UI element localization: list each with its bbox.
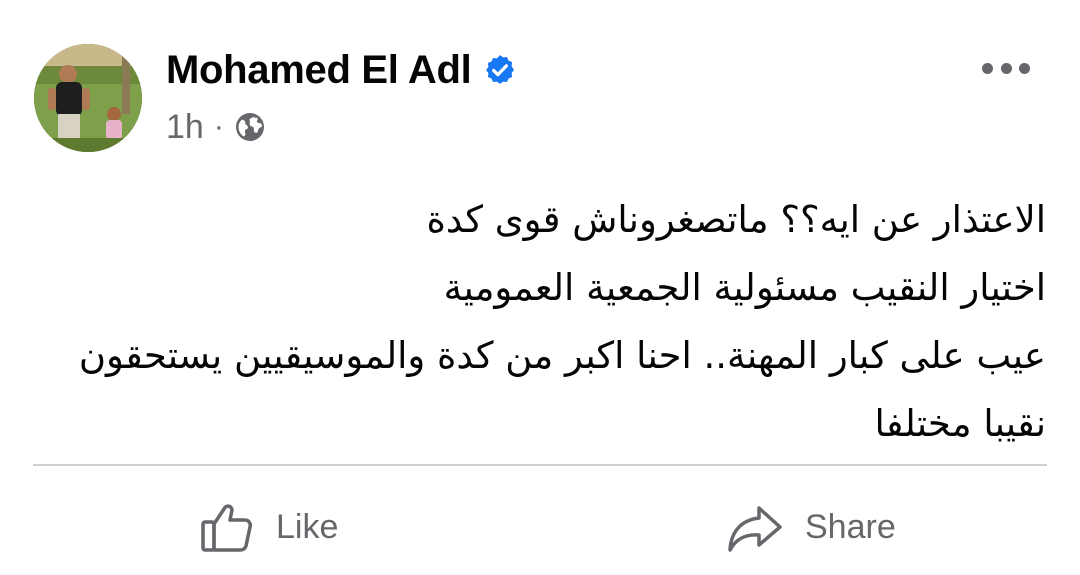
- name-row: Mohamed El Adl: [166, 44, 517, 96]
- post-line-1: الاعتذار عن ايه؟؟ ماتصغروناش قوى كدة: [426, 198, 1046, 241]
- share-arrow-icon: [728, 506, 782, 552]
- more-dot: [1000, 62, 1012, 74]
- post-line-2: اختيار النقيب مسئولية الجمعية العمومية: [443, 266, 1046, 309]
- meta-separator: ·: [213, 110, 224, 143]
- post-timestamp[interactable]: 1h: [166, 108, 204, 147]
- post-meta: 1h ·: [166, 106, 266, 148]
- post-line-3: عيب على كبار المهنة.. احنا اكبر من كدة و…: [78, 334, 1046, 377]
- actions-divider: [33, 464, 1047, 466]
- like-label: Like: [276, 507, 339, 546]
- post-header: Mohamed El Adl 1h ·: [34, 44, 1050, 156]
- author-name[interactable]: Mohamed El Adl: [166, 48, 472, 93]
- more-dot: [1019, 62, 1030, 74]
- facebook-post: Mohamed El Adl 1h · الاعتذار عن ايه؟؟ ما…: [0, 0, 1080, 575]
- post-line-4: نقيبا مختلفا: [874, 402, 1047, 445]
- like-button[interactable]: Like: [200, 490, 338, 564]
- globe-icon[interactable]: [234, 111, 266, 143]
- more-options-icon[interactable]: [982, 56, 1030, 80]
- share-label: Share: [805, 507, 896, 546]
- post-body: الاعتذار عن ايه؟؟ ماتصغروناش قوى كدة اخت…: [40, 186, 1046, 458]
- author-avatar[interactable]: [34, 44, 142, 152]
- thumbs-up-icon: [201, 504, 252, 552]
- avatar-photo: [34, 44, 142, 152]
- verified-badge-icon: [483, 53, 517, 87]
- more-dot: [982, 62, 993, 74]
- post-actions: Like Share: [0, 490, 1080, 564]
- share-button[interactable]: Share: [727, 490, 896, 564]
